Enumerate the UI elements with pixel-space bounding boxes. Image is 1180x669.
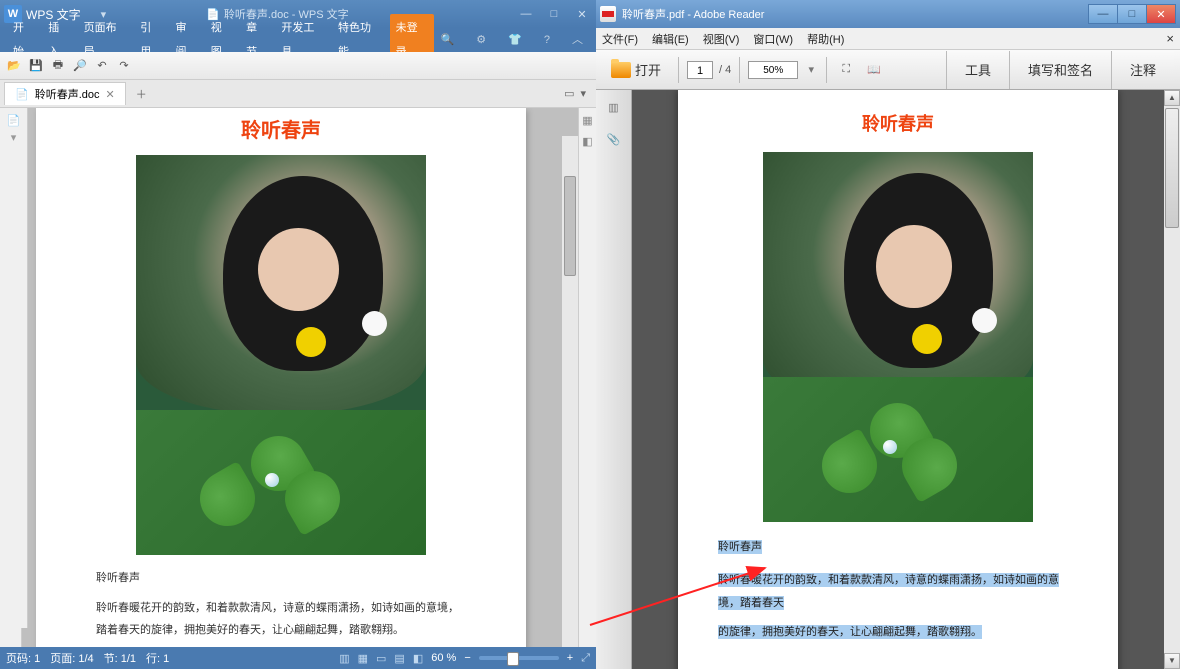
doc-title: 聆听春声 (36, 114, 526, 143)
fit-icon[interactable]: ⤢ (581, 652, 590, 665)
adobe-titlebar: 聆听春声.pdf - Adobe Reader — □ ✕ (596, 0, 1180, 28)
wps-min-button[interactable]: — (516, 8, 536, 21)
zoom-out-button[interactable]: − (464, 652, 470, 664)
doc-subtitle: 聆听春声 (96, 567, 466, 589)
doc-tab-icon: 📄 (15, 88, 29, 101)
zoom-input[interactable]: 50% (748, 61, 798, 79)
pdf-image (763, 152, 1033, 522)
view-mode-2-icon[interactable]: ▦ (358, 652, 368, 665)
wps-scrollbar-vertical[interactable] (562, 136, 578, 647)
scrollbar-thumb[interactable] (564, 176, 576, 276)
adobe-scrollbar-vertical[interactable]: ▲ ▼ (1164, 90, 1180, 669)
doc-tab-label: 聆听春声.doc (35, 86, 100, 102)
wps-close-button[interactable]: ✕ (572, 8, 592, 21)
print-icon[interactable]: 🖶 (50, 58, 66, 74)
save-icon[interactable]: 💾 (28, 58, 44, 74)
pdf-page: 聆听春声 聆听春声 聆听春暖花开的韵致，和着款款清风，诗意的蝶雨潇扬，如诗如画的… (678, 90, 1118, 669)
redo-icon[interactable]: ↷ (116, 58, 132, 74)
wps-max-button[interactable]: □ (544, 8, 564, 21)
open-label: 打开 (635, 60, 661, 79)
menu-help[interactable]: 帮助(H) (807, 31, 844, 47)
attachments-icon[interactable]: 📎 (605, 130, 623, 148)
close-tab-icon[interactable]: ✕ (106, 88, 115, 101)
tab-util-icon[interactable]: ▭ (564, 87, 574, 100)
pdf-body[interactable]: 聆听春声 聆听春暖花开的韵致，和着款款清风，诗意的蝶雨潇扬，如诗如画的意境，踏着… (678, 522, 1118, 658)
adobe-toolbar: 打开 1 / 4 50% ▾ ⛶ 📖 工具 填写和签名 注释 (596, 50, 1180, 90)
vstrip-chevron-icon[interactable]: ▾ (11, 131, 17, 144)
skin-icon[interactable]: 👕 (501, 28, 529, 52)
adobe-close-button[interactable]: ✕ (1146, 4, 1176, 24)
vstrip-page-icon[interactable]: 📄 (7, 114, 21, 127)
pdf-para-line1: 聆听春暖花开的韵致，和着款款清风，诗意的蝶雨潇扬，如诗如画的意境，踏着春天 (718, 573, 1059, 610)
help-icon[interactable]: ? (537, 28, 557, 52)
doc-paragraph: 聆听春暖花开的韵致，和着款款清风，诗意的蝶雨潇扬，如诗如画的意境，踏着春天的旋律… (96, 597, 466, 641)
status-section[interactable]: 节: 1/1 (104, 650, 136, 666)
view-mode-1-icon[interactable]: ▥ (339, 652, 349, 665)
wps-statusbar: 页码: 1 页面: 1/4 节: 1/1 行: 1 ▥ ▦ ▭ ▤ ◧ 60 %… (0, 647, 596, 669)
status-line[interactable]: 行: 1 (146, 650, 169, 666)
fullscreen-icon[interactable]: ⛶ (835, 59, 857, 81)
doc-body: 聆听春声 聆听春暖花开的韵致，和着款款清风，诗意的蝶雨潇扬，如诗如画的意境，踏着… (36, 555, 526, 647)
pdf-title: 聆听春声 (678, 110, 1118, 136)
search-icon[interactable]: 🔍 (434, 28, 462, 52)
page-number-input[interactable]: 1 (687, 61, 713, 79)
wps-doc-tabs: 📄 聆听春声.doc ✕ ＋ ▭ ▾ (0, 80, 596, 108)
adobe-menubar: 文件(F) 编辑(E) 视图(V) 窗口(W) 帮助(H) × (596, 28, 1180, 50)
sidepanel-icon-1[interactable]: ▦ (582, 114, 592, 127)
wps-right-sidepanel: ▦ ◧ (578, 108, 596, 647)
pdf-subtitle: 聆听春声 (718, 540, 762, 554)
menu-window[interactable]: 窗口(W) (753, 31, 793, 47)
menu-view[interactable]: 视图(V) (703, 31, 740, 47)
adobe-min-button[interactable]: — (1088, 4, 1118, 24)
add-tab-button[interactable]: ＋ (130, 86, 153, 102)
view-mode-3-icon[interactable]: ▭ (376, 652, 386, 665)
tab-fillsign[interactable]: 填写和签名 (1009, 51, 1111, 89)
undo-icon[interactable]: ↶ (94, 58, 110, 74)
zoom-slider[interactable] (479, 656, 559, 660)
preview-icon[interactable]: 🔎 (72, 58, 88, 74)
tab-list-icon[interactable]: ▾ (580, 87, 586, 100)
adobe-max-button[interactable]: □ (1117, 4, 1147, 24)
settings-icon[interactable]: ⚙ (469, 28, 493, 52)
pdf-icon (600, 6, 616, 22)
view-mode-4-icon[interactable]: ▤ (394, 652, 404, 665)
adobe-page-viewport[interactable]: 聆听春声 聆听春声 聆听春暖花开的韵致，和着款款清风，诗意的蝶雨潇扬，如诗如画的… (632, 90, 1164, 669)
view-mode-5-icon[interactable]: ◧ (413, 652, 423, 665)
adobe-nav-sidebar: ▥ 📎 (596, 90, 632, 669)
wps-document-page[interactable]: 聆听春声 聆听春声 聆听春暖花开的韵致，和着款款清风，诗意的蝶雨潇扬，如诗如画的… (36, 108, 526, 647)
pdf-para-line2: 的旋律，拥抱美好的春天，让心翩翩起舞，踏歌翱翔。 (718, 625, 982, 639)
zoom-in-button[interactable]: + (567, 652, 573, 664)
scroll-up-button[interactable]: ▲ (1164, 90, 1180, 106)
open-icon[interactable]: 📂 (6, 58, 22, 74)
wps-ribbon-tabs: 开始 插入 页面布局 引用 审阅 视图 章节 开发工具 特色功能 未登录 🔍 ⚙… (0, 28, 596, 52)
adobe-scroll-thumb[interactable] (1165, 108, 1179, 228)
doc-image (136, 155, 426, 555)
page-total-label: / 4 (719, 64, 731, 76)
chevron-up-icon[interactable]: ︿ (565, 28, 590, 52)
wps-qat: 📂 💾 🖶 🔎 ↶ ↷ (0, 52, 596, 80)
zoom-dropdown-icon[interactable]: ▾ (804, 63, 818, 76)
folder-icon (611, 62, 631, 78)
tab-tools[interactable]: 工具 (946, 51, 1009, 89)
menu-edit[interactable]: 编辑(E) (652, 31, 689, 47)
thumbnails-icon[interactable]: ▥ (605, 98, 623, 116)
adobe-window-title: 聆听春声.pdf - Adobe Reader (622, 6, 764, 22)
adobe-doc-close-icon[interactable]: × (1166, 31, 1174, 46)
doc-tab-active[interactable]: 📄 聆听春声.doc ✕ (4, 82, 126, 105)
sidepanel-icon-2[interactable]: ◧ (582, 135, 592, 148)
zoom-value[interactable]: 60 % (431, 652, 456, 664)
scroll-down-button[interactable]: ▼ (1164, 653, 1180, 669)
tab-comment[interactable]: 注释 (1111, 51, 1174, 89)
menu-file[interactable]: 文件(F) (602, 31, 638, 47)
read-mode-icon[interactable]: 📖 (863, 59, 885, 81)
open-button[interactable]: 打开 (602, 55, 670, 84)
status-page-of[interactable]: 页面: 1/4 (50, 650, 93, 666)
status-page[interactable]: 页码: 1 (6, 650, 40, 666)
